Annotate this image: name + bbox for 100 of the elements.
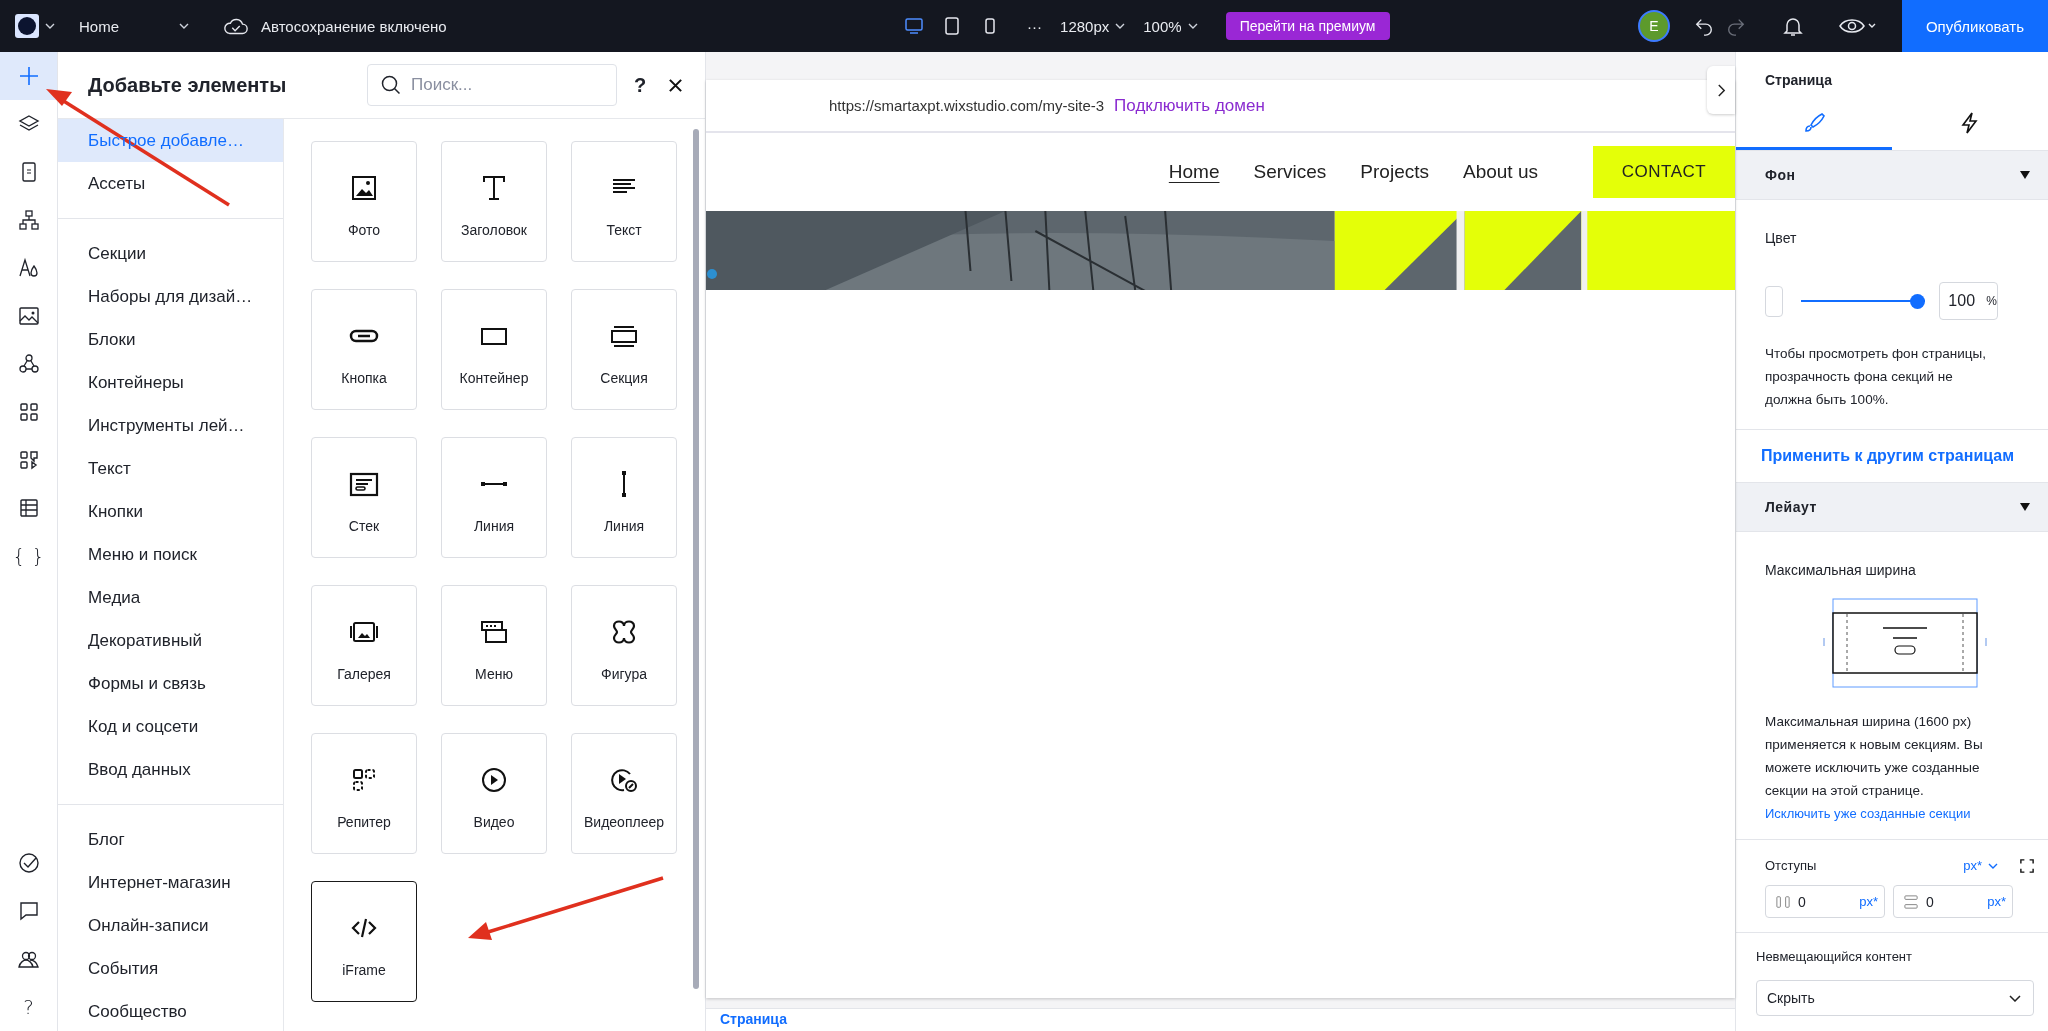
element-tile[interactable]: Видеоплеер: [571, 733, 677, 854]
element-tile[interactable]: Стек: [311, 437, 417, 558]
page-tab[interactable]: Страница: [720, 1009, 787, 1029]
element-tile[interactable]: Текст: [571, 141, 677, 262]
more-button[interactable]: ···: [1027, 17, 1043, 35]
padding-field[interactable]: 0 px*: [1765, 885, 1885, 918]
slider-thumb[interactable]: [1910, 293, 1926, 309]
top-bottom-padding-icon: [1904, 894, 1918, 909]
publish-button[interactable]: Опубликовать: [1901, 0, 2048, 52]
overflow-dropdown[interactable]: Скрыть: [1756, 980, 2034, 1016]
element-tile[interactable]: Контейнер: [441, 289, 547, 410]
opacity-field[interactable]: 100 %: [1939, 282, 1998, 320]
element-tile[interactable]: Фигура: [571, 585, 677, 706]
category-item[interactable]: Ассеты: [58, 162, 283, 205]
unit-label: %: [1986, 294, 1997, 308]
category-item[interactable]: Медиа: [58, 576, 283, 619]
category-item[interactable]: Ввод данных: [58, 748, 283, 791]
element-tile[interactable]: Репитер: [311, 733, 417, 854]
category-item[interactable]: Интернет-магазин: [58, 861, 283, 904]
category-item[interactable]: Инструменты лей…: [58, 404, 283, 447]
nav-link[interactable]: About us: [1463, 161, 1538, 183]
help-button[interactable]: ?: [634, 73, 647, 97]
category-item[interactable]: Код и соцсети: [58, 705, 283, 748]
section-header[interactable]: Лейаут: [1736, 483, 2048, 532]
element-tile[interactable]: Секция: [571, 289, 677, 410]
close-icon[interactable]: [668, 77, 684, 93]
chevron-down-icon: [1115, 23, 1126, 29]
category-item[interactable]: Текст: [58, 447, 283, 490]
element-tile[interactable]: Линия: [571, 437, 677, 558]
chevron-down-icon: [179, 23, 189, 29]
category-item[interactable]: Блог: [58, 818, 283, 861]
panel-title: Добавьте элементы: [88, 73, 288, 97]
category-item[interactable]: Наборы для дизай…: [58, 275, 283, 318]
unit-dropdown[interactable]: px*: [1963, 858, 1998, 873]
element-tile[interactable]: Меню: [441, 585, 547, 706]
element-tile[interactable]: Видео: [441, 733, 547, 854]
section-header[interactable]: Фон: [1736, 151, 2048, 200]
element-tile[interactable]: Линия: [441, 437, 547, 558]
category-item[interactable]: Формы и связь: [58, 662, 283, 705]
undo-icon[interactable]: [1693, 16, 1714, 36]
category-item[interactable]: Блоки: [58, 318, 283, 361]
unit-label: px*: [1987, 894, 2006, 909]
search-icon: [380, 74, 402, 96]
category-item[interactable]: Онлайн-записи: [58, 904, 283, 947]
brush-icon: [1802, 110, 1826, 135]
side-padding-icon: [1776, 894, 1790, 909]
nav-link[interactable]: Services: [1253, 161, 1327, 183]
site-url: https://smartaxpt.wixstudio.com/my-site-3: [829, 97, 1105, 114]
notifications-icon[interactable]: [1781, 15, 1804, 37]
category-item[interactable]: Сообщество: [58, 990, 283, 1031]
element-tile[interactable]: iFrame: [311, 881, 417, 1002]
nav-link[interactable]: Home: [1168, 161, 1220, 183]
triangle-icon[interactable]: [2020, 503, 2030, 511]
code-button[interactable]: { }: [0, 532, 57, 580]
autosave-status: Автосохранение включено: [261, 17, 447, 35]
hint-text: Максимальная ширина (1600 px) применяется к новым секциям. Вы можете исключить уже созданные секции на этой странице.: [1765, 713, 1984, 800]
field-label: Невмещающийся контент: [1756, 949, 1913, 964]
chevron-down-icon: [2009, 994, 2021, 1002]
horizontal-line-icon: [481, 482, 507, 486]
apply-link[interactable]: Применить к другим страницам: [1761, 447, 2014, 465]
field-value: 100: [1947, 292, 1977, 310]
chevron-down-icon: [1988, 862, 1998, 869]
field-label: Максимальная ширина: [1765, 562, 1917, 578]
exclude-link[interactable]: Исключить уже созданные секции: [1765, 806, 1998, 821]
field-value: 0: [1798, 893, 1807, 910]
section-title: Лейаут: [1765, 499, 1817, 515]
triangle-icon[interactable]: [2020, 171, 2030, 179]
contact-button[interactable]: CONTACT: [1593, 146, 1735, 198]
category-item[interactable]: Кнопки: [58, 490, 283, 533]
chevron-down-icon[interactable]: [45, 23, 55, 29]
padding-field[interactable]: 0 px*: [1893, 885, 2013, 918]
add-icon[interactable]: [0, 52, 57, 100]
unit-label: px*: [1859, 894, 1878, 909]
element-tile[interactable]: Галерея: [311, 585, 417, 706]
search-field[interactable]: Поиск...: [367, 64, 617, 106]
page-selector[interactable]: Home: [79, 17, 189, 35]
element-tile[interactable]: Заголовок: [441, 141, 547, 262]
corners-icon[interactable]: [2020, 858, 2034, 873]
zoom-dropdown[interactable]: 100%: [1143, 17, 1198, 35]
preview-icon[interactable]: [1837, 16, 1878, 36]
category-item[interactable]: Декоративный: [58, 619, 283, 662]
logo-button[interactable]: [15, 14, 39, 38]
color-swatch[interactable]: [1765, 285, 1784, 317]
chevron-down-icon: [1187, 23, 1198, 29]
category-item[interactable]: Меню и поиск: [58, 533, 283, 576]
category-item[interactable]: Контейнеры: [58, 361, 283, 404]
element-tile[interactable]: Фото: [311, 141, 417, 262]
scrollbar[interactable]: [693, 129, 699, 989]
inspector-title: Страница: [1765, 72, 1833, 88]
field-value: 0: [1926, 893, 1935, 910]
element-tile[interactable]: Кнопка: [311, 289, 417, 410]
category-item[interactable]: События: [58, 947, 283, 990]
help-button[interactable]: ?: [0, 983, 57, 1031]
connect-domain-link[interactable]: Подключить домен: [1114, 95, 1265, 116]
vertical-line-icon: [622, 471, 626, 497]
opacity-slider[interactable]: [1801, 293, 1926, 309]
nav-link[interactable]: Projects: [1360, 161, 1429, 183]
width-dropdown[interactable]: 1280px: [1060, 17, 1126, 35]
category-item[interactable]: Секции: [58, 232, 283, 275]
upgrade-button[interactable]: Перейти на премиум: [1225, 12, 1390, 40]
